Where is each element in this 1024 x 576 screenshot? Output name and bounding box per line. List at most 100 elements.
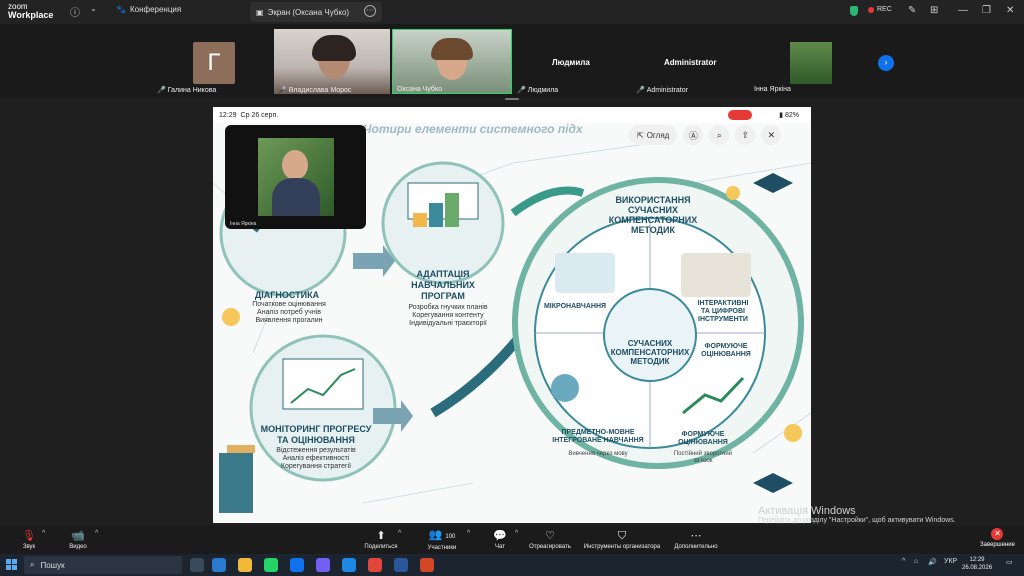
notifications-icon[interactable]: ▭ <box>1006 558 1013 566</box>
more-icon[interactable]: ⋯ <box>364 5 376 17</box>
seg-line: ФОРМУЮЧЕ <box>704 343 748 350</box>
title-line: ТА ОЦІНЮВАННЯ <box>277 435 355 445</box>
viber-icon[interactable] <box>316 558 330 572</box>
diagnostics-text: Початкове оцінювання Аналіз потреб учнів… <box>239 301 339 325</box>
video-options-caret[interactable]: ^ <box>95 530 98 537</box>
seg-line: ІНТЕГРОВАНЕ НАВЧАННЯ <box>552 437 644 444</box>
taskbar-clock[interactable]: 12:29 26.08.2026 <box>962 556 992 572</box>
grid-icon[interactable]: ⊞ <box>930 5 938 16</box>
audio-options-caret[interactable]: ^ <box>42 530 45 537</box>
chat-options-caret[interactable]: ^ <box>515 530 518 537</box>
monitoring-text: Відстеження результатів Аналіз ефективно… <box>261 447 371 471</box>
participant-name: 🎤 Administrator <box>636 86 688 95</box>
zoom-logo: zoom Workplace <box>8 2 53 20</box>
formative-assessment-label-2: ФОРМУЮЧЕ ОЦІНЮВАННЯ <box>665 431 741 447</box>
share-button[interactable]: ⇪ <box>735 125 756 145</box>
seg-line: зв'язок <box>693 458 713 464</box>
network-icon[interactable]: ⌂ <box>914 558 918 565</box>
info-icon[interactable]: ⓘ <box>70 4 80 19</box>
clock-time: 12:29 <box>969 557 985 563</box>
share-label: Поделиться <box>364 544 398 550</box>
resize-handle[interactable] <box>505 98 519 100</box>
watermark-line2: Перейдіть до розділу "Настройки", щоб ак… <box>758 517 956 524</box>
end-meeting-button[interactable]: ✕ Завершение <box>980 528 1015 548</box>
chevron-down-icon[interactable]: ⌄ <box>90 4 97 13</box>
participant-name-text: Administrator <box>646 86 688 94</box>
volume-icon[interactable]: 🔊 <box>928 558 937 566</box>
microlearning-label: МІКРОНАВЧАННЯ <box>543 303 607 310</box>
overview-button[interactable]: ⇱ Огляд <box>629 125 678 145</box>
participant-video-vladyslava[interactable] <box>274 29 390 94</box>
pen-icon[interactable]: ✎ <box>908 5 916 16</box>
recording-indicator[interactable]: REC <box>868 6 892 13</box>
screen-share-tab[interactable]: ▣ Экран (Оксана Чубко) ⋯ <box>250 2 382 22</box>
search-button[interactable]: ⌕ <box>709 125 730 145</box>
participant-tile-administrator[interactable]: Administrator <box>664 58 716 67</box>
video-button[interactable]: 📹 Видео <box>66 526 90 554</box>
share-icon: ⇪ <box>741 129 750 140</box>
tray-chevron-icon[interactable]: ^ <box>902 558 905 565</box>
graduation-cap-icon <box>753 173 793 193</box>
lightbulb-icon <box>784 424 802 442</box>
chat-icon: 💬 <box>493 530 507 542</box>
seg-line: ІНСТРУМЕНТИ <box>698 316 748 323</box>
file-explorer-icon[interactable] <box>238 558 252 572</box>
status-time: 12:29 <box>219 111 237 119</box>
participant-name: Оксана Чубко <box>397 86 442 93</box>
title-line: АДАПТАЦІЯ <box>416 269 470 279</box>
participant-tile-lyudmyla[interactable]: Людмила <box>552 58 590 67</box>
text-line: Індивідуальні траєкторії <box>409 320 487 327</box>
security-shield-icon[interactable] <box>850 6 858 16</box>
participant-video-oksana[interactable] <box>392 29 512 94</box>
header-text: Чотири елементи системного підх <box>363 123 584 136</box>
edge-icon[interactable] <box>342 558 356 572</box>
react-label: Отреагировать <box>529 544 571 550</box>
language-indicator[interactable]: УКР <box>944 558 957 565</box>
title-line: ВИКОРИСТАННЯ <box>615 195 691 205</box>
seg-line: ТА ЦИФРОВІ <box>701 308 745 315</box>
search-icon: ⌕ <box>30 560 35 569</box>
restore-icon[interactable]: ❐ <box>982 5 991 16</box>
markup-icon: Ⓐ <box>688 130 698 141</box>
close-viewer-button[interactable]: ✕ <box>761 125 782 145</box>
participant-photo-inna[interactable] <box>790 42 832 84</box>
participant-tile-galyna[interactable]: Г <box>190 42 238 84</box>
title-line: СУЧАСНИХ <box>627 205 679 215</box>
windows-start-icon[interactable] <box>6 559 17 570</box>
host-tools-button[interactable]: ⛉ Инструменты организатора <box>581 526 663 554</box>
audio-button[interactable]: 🎙 Звук <box>18 526 40 554</box>
participants-button[interactable]: 👥 100 Участники <box>422 526 462 554</box>
powerpoint-icon[interactable] <box>420 558 434 572</box>
zoom-app-icon[interactable] <box>290 558 304 572</box>
chat-button[interactable]: 💬 Чат <box>490 526 510 554</box>
host-tools-label: Инструменты организатора <box>583 544 661 550</box>
participants-options-caret[interactable]: ^ <box>467 530 470 537</box>
next-page-button[interactable]: › <box>878 55 894 71</box>
search-placeholder: Пошук <box>40 560 65 570</box>
taskbar-search[interactable]: ⌕ Пошук <box>24 556 182 574</box>
watermark-line1: Активація Windows <box>758 505 856 517</box>
task-view-icon[interactable] <box>190 558 204 572</box>
meeting-tab[interactable]: 🐾 Конференция <box>116 5 181 14</box>
share-options-caret[interactable]: ^ <box>398 530 401 537</box>
share-screen-button[interactable]: ⬆ Поделиться <box>362 526 400 554</box>
center-label: СУЧАСНИХ КОМПЕНСАТОРНИХ МЕТОДИК <box>605 339 695 366</box>
close-icon[interactable]: ✕ <box>1006 5 1014 16</box>
adaptation-text: Розробка гнучких планів Корегування конт… <box>393 304 503 328</box>
close-icon: ✕ <box>767 129 776 140</box>
minimize-icon[interactable]: — <box>958 5 968 16</box>
participant-name: Інна Яркіна <box>754 86 791 93</box>
markup-button[interactable]: Ⓐ <box>683 125 704 145</box>
screen-recording-icon <box>728 110 752 120</box>
audio-label: Звук <box>22 544 36 550</box>
chrome-icon[interactable] <box>368 558 382 572</box>
chat-label: Чат <box>495 544 505 550</box>
participant-name-text: Інна Яркіна <box>754 86 791 93</box>
react-button[interactable]: ♡ Отреагировать <box>527 526 573 554</box>
floating-video-inna[interactable]: Інна Яркіна <box>225 125 366 229</box>
more-button[interactable]: ⋯ Дополнительно <box>672 526 720 554</box>
whatsapp-icon[interactable] <box>264 558 278 572</box>
widgets-icon[interactable] <box>212 558 226 572</box>
participants-count: 100 <box>445 534 456 540</box>
word-icon[interactable] <box>394 558 408 572</box>
